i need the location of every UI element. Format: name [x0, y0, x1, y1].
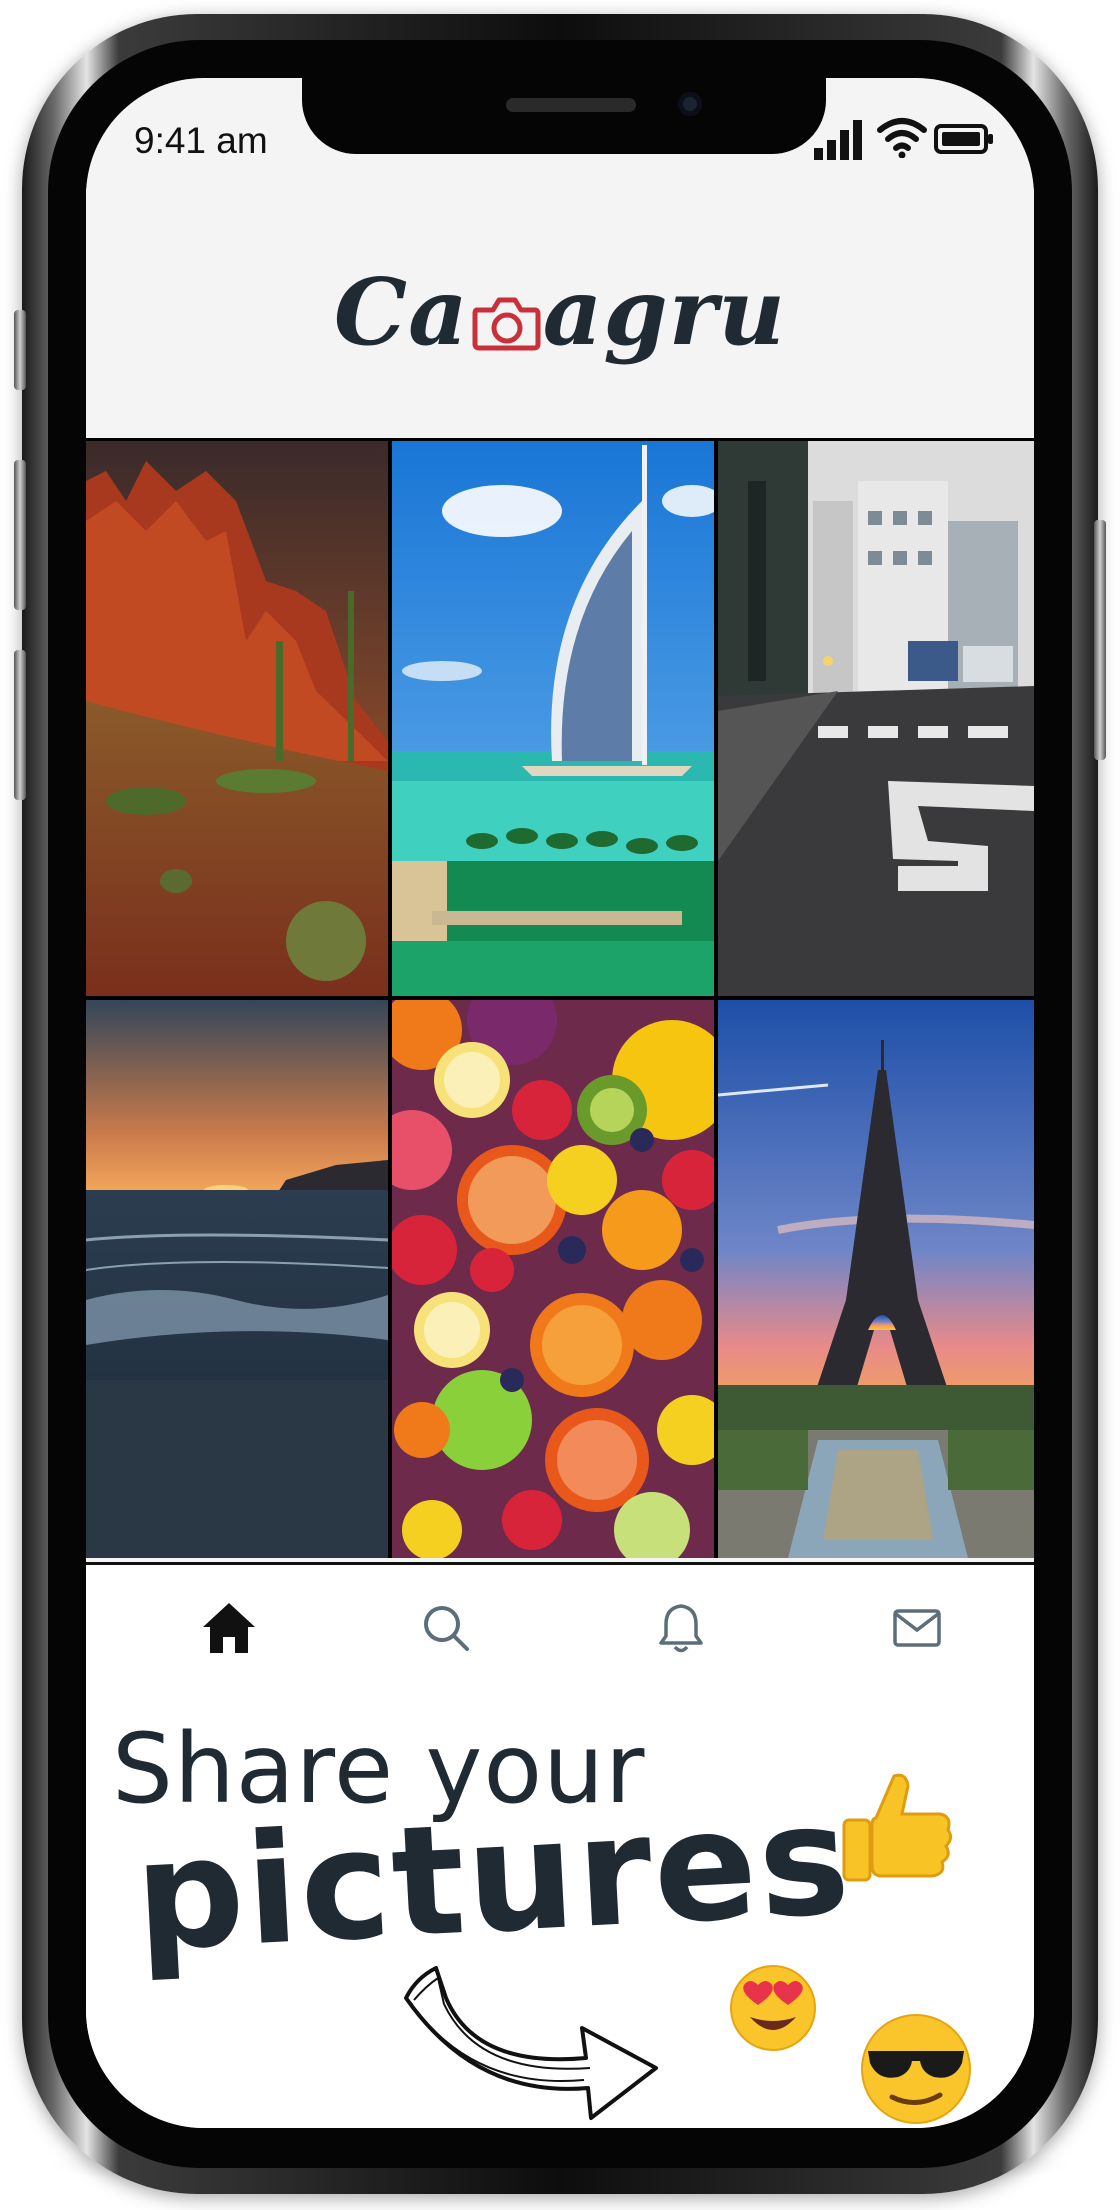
mute-switch — [14, 310, 26, 390]
app-logo[interactable]: Ca agru — [86, 258, 1034, 374]
logo-text-left: Ca — [333, 258, 469, 366]
tab-notifications[interactable] — [646, 1593, 716, 1663]
thumbs-up-icon — [842, 1773, 953, 1882]
home-icon — [203, 1603, 255, 1653]
front-camera — [678, 92, 702, 116]
bottom-tab-bar — [86, 1562, 1034, 1696]
tab-messages[interactable] — [882, 1593, 952, 1663]
status-time: 9:41 am — [134, 120, 268, 161]
sunglasses-face-icon — [861, 2014, 971, 2124]
photo-city-street[interactable] — [718, 441, 1034, 996]
photo-ocean-sunset[interactable] — [86, 1000, 388, 1558]
notch — [302, 78, 826, 154]
power-button — [1094, 520, 1106, 760]
tab-home[interactable] — [194, 1593, 264, 1663]
mail-icon — [893, 1609, 941, 1647]
photo-eiffel-tower[interactable] — [718, 1000, 1034, 1558]
logo-text-right: agru — [542, 258, 787, 366]
photo-fruit-assortment[interactable] — [392, 1000, 714, 1558]
status-icons — [812, 114, 993, 164]
signal-icon — [814, 120, 862, 160]
photo-desert-mesa[interactable] — [86, 441, 388, 996]
app-header: Ca agru — [86, 188, 1034, 438]
phone-screen: 9:41 am Ca agru Share your pictures — [86, 78, 1034, 2128]
photo-burj-al-arab[interactable] — [392, 441, 714, 996]
battery-icon — [934, 124, 993, 154]
heart-eyes-icon — [730, 1965, 816, 2051]
promo-emphasis: pictures — [130, 1770, 856, 1985]
volume-down-button — [14, 650, 26, 800]
search-icon — [424, 1606, 469, 1651]
bell-icon — [659, 1604, 703, 1653]
wifi-icon — [877, 118, 927, 158]
photo-grid — [86, 438, 1034, 1558]
camera-icon — [471, 266, 541, 374]
tab-search[interactable] — [411, 1593, 481, 1663]
earpiece-speaker — [506, 98, 636, 112]
curved-arrow-icon — [404, 1966, 658, 2120]
promo-banner: Share your pictures — [86, 1693, 1034, 2128]
volume-up-button — [14, 460, 26, 610]
